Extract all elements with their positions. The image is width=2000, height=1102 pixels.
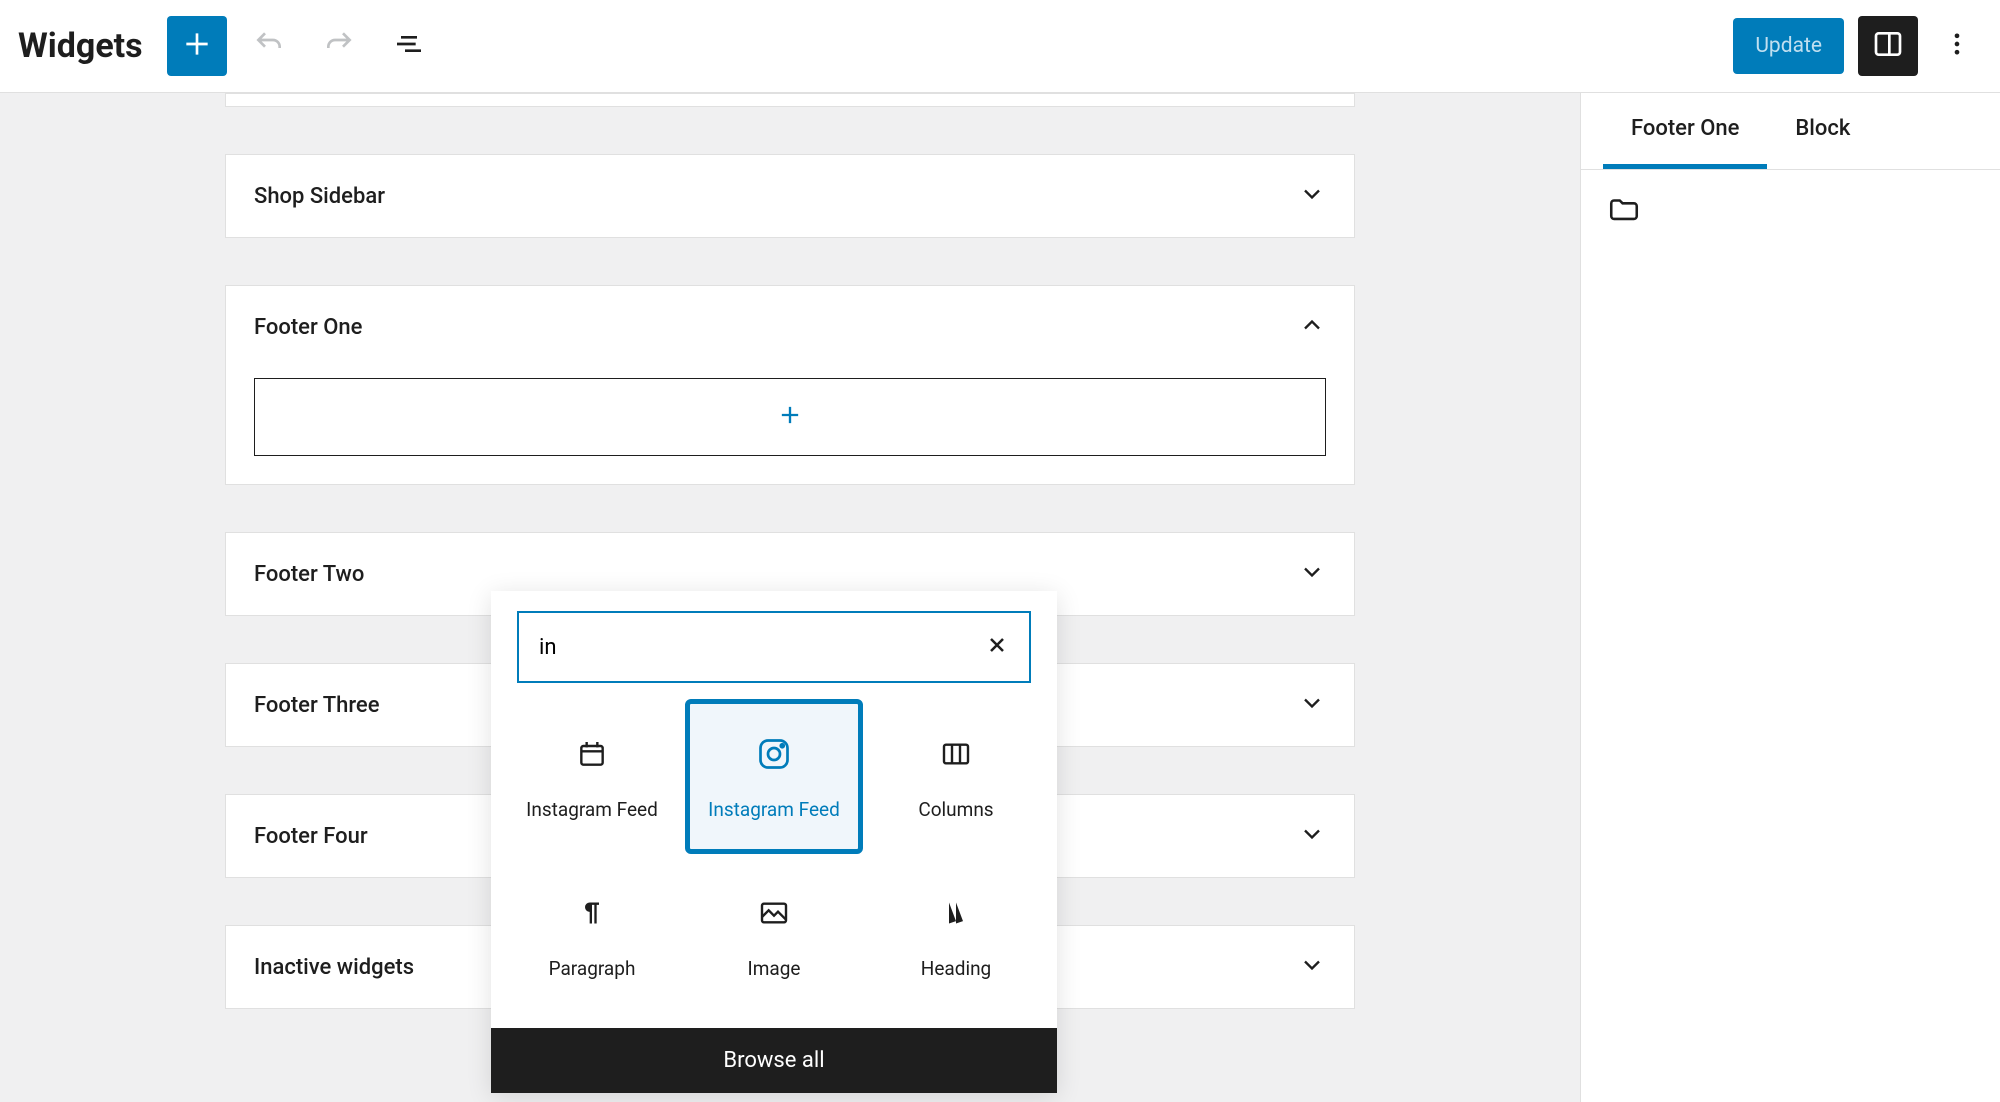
- block-label: Instagram Feed: [526, 798, 658, 823]
- block-option-heading[interactable]: Heading: [867, 858, 1045, 1013]
- block-label: Instagram Feed: [708, 798, 840, 823]
- area-title: Footer One: [254, 315, 362, 340]
- page-title: Widgets: [18, 26, 143, 66]
- chevron-down-icon: [1298, 558, 1326, 590]
- block-option-paragraph[interactable]: Paragraph: [503, 858, 681, 1013]
- block-grid: Instagram Feed Instagram Feed Columns: [491, 695, 1057, 1028]
- chevron-down-icon: [1298, 820, 1326, 852]
- area-content-footer-one: [226, 368, 1354, 484]
- add-block-inline-button[interactable]: [254, 378, 1326, 456]
- area-title: Shop Sidebar: [254, 184, 385, 209]
- widget-area-footer-one: Footer One: [225, 285, 1355, 485]
- settings-panel-button[interactable]: [1858, 16, 1918, 76]
- heading-icon: [942, 889, 970, 937]
- sidebar-content: [1581, 170, 2000, 252]
- calendar-icon: [576, 730, 608, 778]
- chevron-down-icon: [1298, 180, 1326, 212]
- block-label: Columns: [918, 798, 993, 823]
- widget-area-partial: [225, 93, 1355, 107]
- area-header-footer-one[interactable]: Footer One: [226, 286, 1354, 368]
- columns-icon: [940, 730, 972, 778]
- block-option-instagram-feed[interactable]: Instagram Feed: [503, 699, 681, 854]
- chevron-down-icon: [1298, 689, 1326, 721]
- search-container: [491, 591, 1057, 695]
- tab-block[interactable]: Block: [1767, 93, 1878, 169]
- update-button[interactable]: Update: [1733, 18, 1844, 74]
- toolbar-right: Update: [1733, 16, 1982, 76]
- editor-canvas: Shop Sidebar Footer One: [0, 93, 1580, 1102]
- top-toolbar: Widgets Update: [0, 0, 2000, 93]
- instagram-icon: [756, 730, 792, 778]
- block-option-columns[interactable]: Columns: [867, 699, 1045, 854]
- more-vertical-icon: [1943, 30, 1971, 62]
- area-title: Footer Two: [254, 562, 364, 587]
- block-label: Image: [748, 957, 801, 982]
- chevron-down-icon: [1298, 951, 1326, 983]
- redo-icon: [323, 28, 355, 64]
- area-title: Inactive widgets: [254, 955, 414, 980]
- paragraph-icon: [578, 889, 606, 937]
- clear-search-button[interactable]: [985, 633, 1009, 661]
- plus-icon: [181, 28, 213, 64]
- sidebar-toggle-icon: [1872, 28, 1904, 64]
- sidebar-tabs: Footer One Block: [1581, 93, 2000, 170]
- options-button[interactable]: [1932, 18, 1982, 74]
- tab-footer-one[interactable]: Footer One: [1603, 93, 1767, 169]
- chevron-up-icon: [1298, 311, 1326, 343]
- block-search-input[interactable]: [539, 635, 985, 660]
- undo-button[interactable]: [241, 18, 297, 74]
- block-label: Heading: [921, 957, 991, 982]
- block-inserter-popover: Instagram Feed Instagram Feed Columns: [491, 591, 1057, 1093]
- add-block-button[interactable]: [167, 16, 227, 76]
- block-option-instagram-feed-selected[interactable]: Instagram Feed: [685, 699, 863, 854]
- settings-sidebar: Footer One Block: [1580, 93, 2000, 1102]
- plus-icon: [776, 401, 804, 433]
- area-title: Footer Three: [254, 693, 379, 718]
- document-overview-button[interactable]: [381, 18, 437, 74]
- block-label: Paragraph: [549, 957, 636, 982]
- redo-button[interactable]: [311, 18, 367, 74]
- list-view-icon: [393, 28, 425, 64]
- search-box: [517, 611, 1031, 683]
- block-option-image[interactable]: Image: [685, 858, 863, 1013]
- undo-icon: [253, 28, 285, 64]
- close-icon: [985, 642, 1009, 661]
- browse-all-button[interactable]: Browse all: [491, 1028, 1057, 1093]
- image-icon: [758, 889, 790, 937]
- widget-area-icon: [1607, 211, 1641, 230]
- area-header-shop-sidebar[interactable]: Shop Sidebar: [226, 155, 1354, 237]
- widget-area-shop-sidebar: Shop Sidebar: [225, 154, 1355, 238]
- area-title: Footer Four: [254, 824, 368, 849]
- toolbar-left: Widgets: [18, 16, 437, 76]
